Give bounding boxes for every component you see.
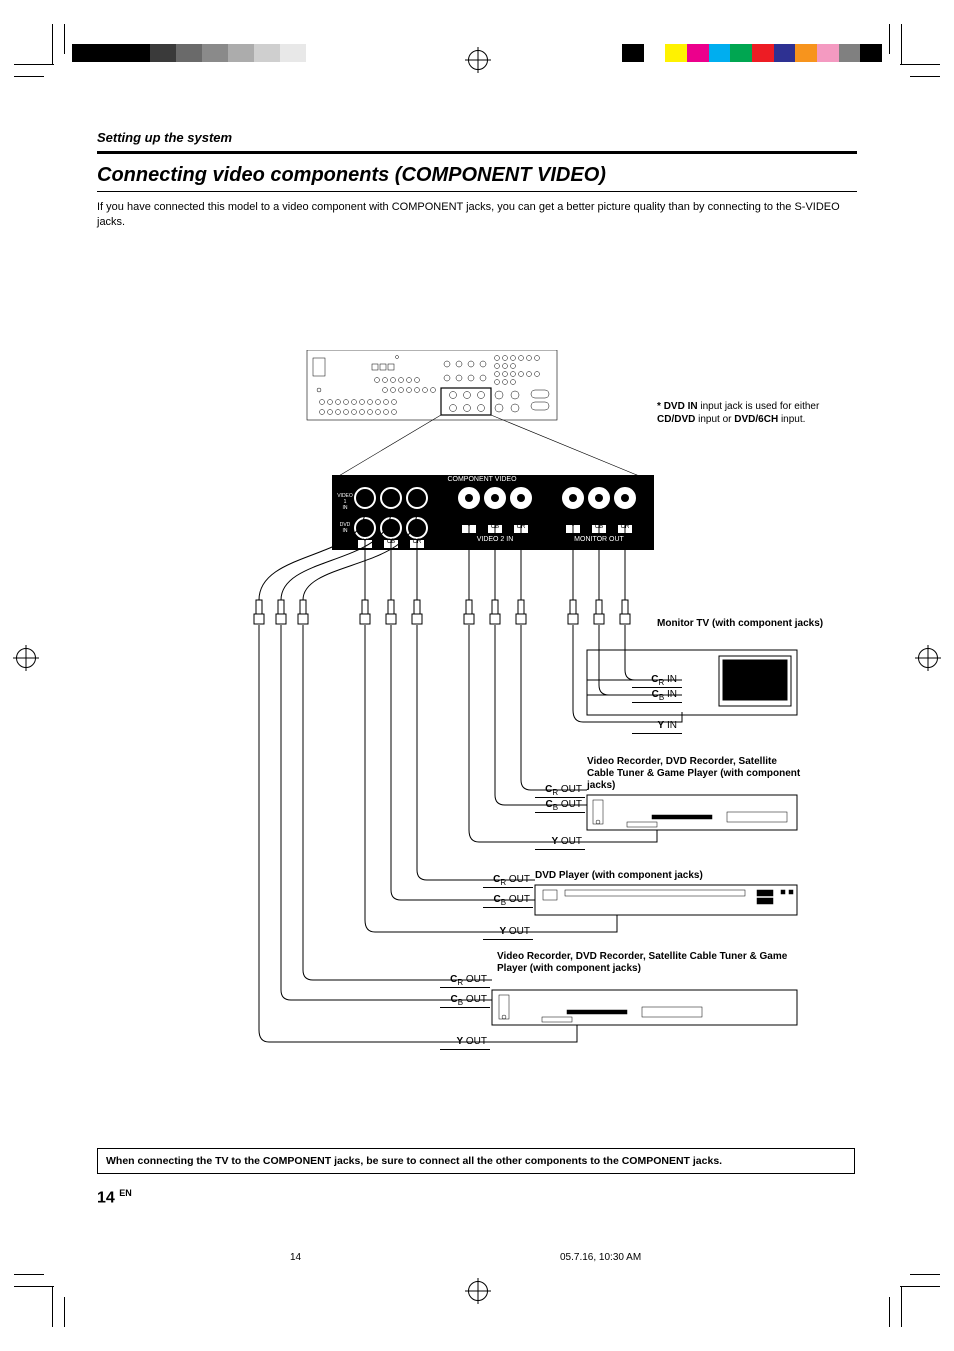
divider bbox=[97, 191, 857, 192]
note-box: When connecting the TV to the COMPONENT … bbox=[97, 1148, 855, 1174]
section-header: Setting up the system bbox=[97, 130, 857, 145]
sig: CR OUT bbox=[470, 874, 530, 887]
page-title: Connecting video components (COMPONENT V… bbox=[97, 164, 857, 187]
registration-mark-icon bbox=[468, 1281, 488, 1301]
col-header-2: MONITOR OUT bbox=[566, 536, 632, 543]
vcr1-label: Video Recorder, DVD Recorder, Satellite … bbox=[587, 756, 802, 792]
vcr2-label: Video Recorder, DVD Recorder, Satellite … bbox=[497, 951, 797, 975]
registration-mark-icon bbox=[16, 648, 36, 668]
color-strip-right bbox=[622, 44, 882, 62]
col-header-1: VIDEO 2 IN bbox=[462, 536, 528, 543]
intro-text: If you have connected this model to a vi… bbox=[97, 200, 857, 230]
footer-page: 14 bbox=[290, 1252, 301, 1263]
sig: CB OUT bbox=[427, 994, 487, 1007]
page-number: 14 EN bbox=[97, 1188, 132, 1207]
panel-title: COMPONENT VIDEO bbox=[427, 476, 537, 483]
dvd-label: DVD Player (with component jacks) bbox=[535, 870, 797, 882]
sig: Y OUT bbox=[522, 836, 582, 847]
sig: Y IN bbox=[617, 720, 677, 731]
page-content: Setting up the system Connecting video c… bbox=[97, 130, 857, 1070]
sig: CB OUT bbox=[522, 799, 582, 812]
jack-row-video1 bbox=[355, 488, 635, 508]
color-strip-left bbox=[72, 44, 332, 62]
monitor-tv-label: Monitor TV (with component jacks) bbox=[657, 618, 872, 630]
sig: CR IN bbox=[617, 674, 677, 687]
row-label-1: VIDEO1IN bbox=[335, 493, 355, 511]
row-label-2: DVDIN bbox=[335, 522, 355, 534]
sig: CB OUT bbox=[470, 894, 530, 907]
registration-mark-icon bbox=[918, 648, 938, 668]
footer-timestamp: 05.7.16, 10:30 AM bbox=[560, 1252, 641, 1263]
jack-row-dvd bbox=[355, 518, 427, 538]
sig: Y OUT bbox=[427, 1036, 487, 1047]
sig: CR OUT bbox=[427, 974, 487, 987]
sig: Y OUT bbox=[470, 926, 530, 937]
registration-mark-icon bbox=[468, 50, 488, 70]
sig: CR OUT bbox=[522, 784, 582, 797]
sig: CB IN bbox=[617, 689, 677, 702]
divider bbox=[97, 151, 857, 154]
wiring-diagram: * DVD IN input jack is used for either C… bbox=[97, 350, 857, 1070]
